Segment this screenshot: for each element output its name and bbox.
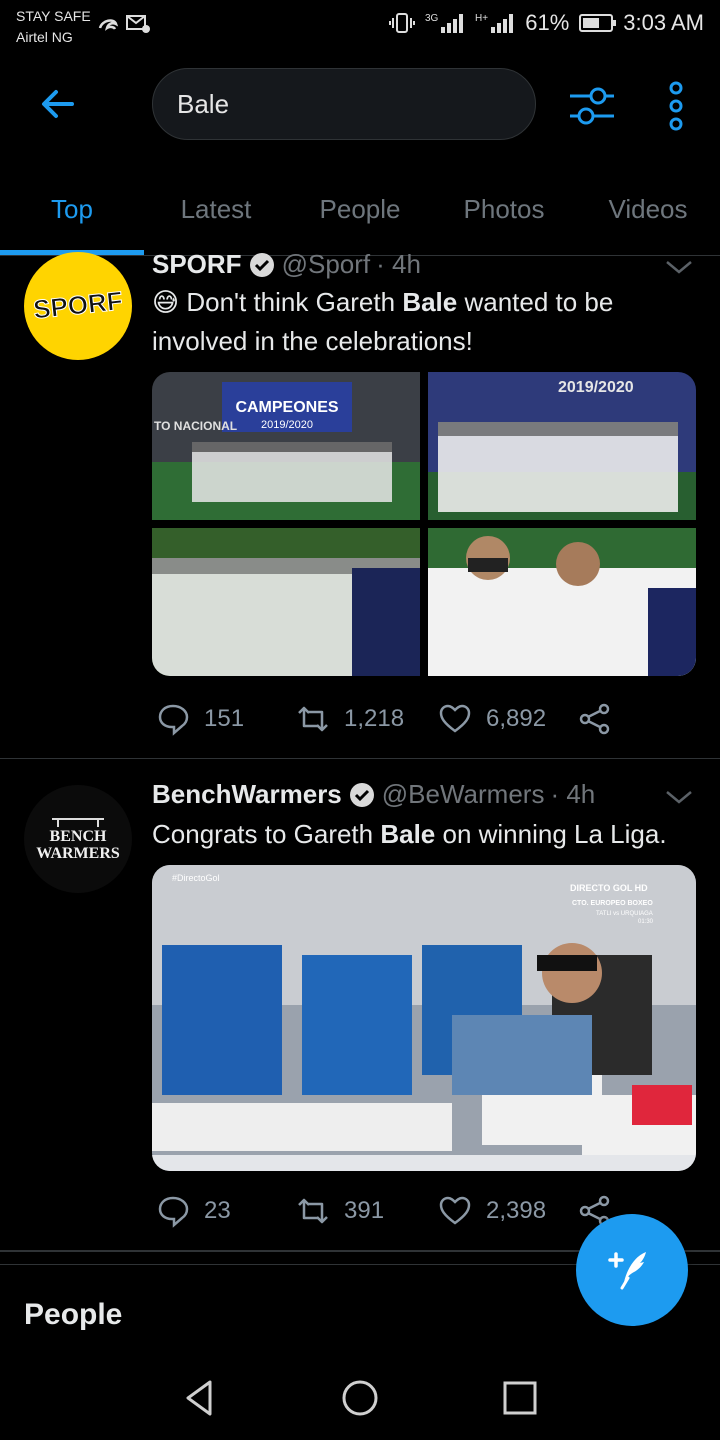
svg-text:WARMERS: WARMERS <box>36 845 120 862</box>
like-button[interactable]: 6,892 <box>438 702 546 736</box>
author-name[interactable]: BenchWarmers <box>152 779 342 810</box>
svg-text:2019/2020: 2019/2020 <box>261 419 313 431</box>
filter-icon[interactable] <box>566 80 618 132</box>
verified-icon <box>349 782 374 807</box>
svg-text:SPORF: SPORF <box>32 285 124 324</box>
svg-text:CTO. EUROPEO BOXEO: CTO. EUROPEO BOXEO <box>572 900 653 907</box>
chevron-down-icon[interactable] <box>664 257 694 277</box>
reply-icon <box>158 1196 189 1228</box>
search-input[interactable]: Bale <box>152 68 536 140</box>
verified-icon <box>249 252 274 277</box>
nav-recents-icon[interactable] <box>500 1378 540 1418</box>
compose-icon <box>608 1252 646 1290</box>
search-query: Bale <box>177 88 230 119</box>
share-button[interactable] <box>578 702 612 736</box>
sporf-logo: SPORF <box>31 285 124 325</box>
search-tabs: Top Latest People Photos Videos <box>0 180 720 256</box>
search-highlight: Bale <box>402 287 458 317</box>
status-bar: STAY SAFE Airtel NG 3G H+ 61% 3:03 AM <box>0 0 720 50</box>
back-arrow-icon[interactable] <box>36 82 80 126</box>
like-icon <box>439 704 471 733</box>
svg-text:2019/2020: 2019/2020 <box>558 379 634 396</box>
nav-back-icon[interactable] <box>180 1378 220 1418</box>
reply-count: 151 <box>204 705 245 732</box>
retweet-icon <box>298 1198 328 1224</box>
svg-text:TO NACIONAL: TO NACIONAL <box>154 419 237 433</box>
reply-icon <box>158 704 189 736</box>
media-photo-1[interactable]: CAMPEONES 2019/2020 TO NACIONAL <box>152 372 420 520</box>
signal-3g-icon: 3G <box>425 13 464 33</box>
nav-home-icon[interactable] <box>340 1378 380 1418</box>
carrier-line2: Airtel NG <box>16 29 73 45</box>
emoji: 😅 <box>152 287 180 317</box>
clock: 3:03 AM <box>623 10 704 35</box>
media-photo-2[interactable]: 2019/2020 <box>428 372 696 520</box>
carrier-info: STAY SAFE Airtel NG <box>16 6 91 48</box>
svg-text:CAMPEONES: CAMPEONES <box>235 399 338 416</box>
tweet[interactable]: BENCH WARMERS BenchWarmers @BeWarmers · … <box>0 759 720 1249</box>
notification-icons <box>96 12 150 36</box>
tweet-time: · 4h <box>376 249 421 279</box>
retweet-button[interactable]: 391 <box>296 1194 384 1228</box>
search-highlight: Bale <box>380 819 436 849</box>
tweet-media-video[interactable]: #DirectoGol DIRECTO GOL HD CTO. EUROPEO … <box>152 865 696 1171</box>
compose-tweet-button[interactable] <box>576 1214 688 1326</box>
like-icon <box>439 1196 471 1225</box>
signal-h-icon: H+ <box>475 13 514 33</box>
system-nav-bar <box>0 1350 720 1440</box>
tweet[interactable]: SPORF SPORF @Sporf · 4h 😅 Don't think Ga… <box>0 249 720 757</box>
carrier-line1: STAY SAFE <box>16 8 91 24</box>
tab-photos[interactable]: Photos <box>432 194 576 225</box>
mail-icon <box>126 15 150 33</box>
battery-icon <box>579 14 617 32</box>
tweet-header: BenchWarmers @BeWarmers · 4h <box>152 779 595 810</box>
chevron-down-icon[interactable] <box>664 787 694 807</box>
like-button[interactable]: 2,398 <box>438 1194 546 1228</box>
tweet-header: SPORF @Sporf · 4h <box>152 249 421 280</box>
svg-text:01:30: 01:30 <box>638 919 654 925</box>
share-icon <box>579 703 610 735</box>
tweet-time: · 4h <box>550 779 596 809</box>
tab-top[interactable]: Top <box>0 194 144 225</box>
retweet-count: 1,218 <box>344 705 405 732</box>
people-section-title: People <box>24 1298 123 1331</box>
media-photo-3[interactable] <box>152 528 420 676</box>
airtel-icon <box>98 19 119 31</box>
reply-button[interactable]: 151 <box>156 702 244 736</box>
author-name[interactable]: SPORF <box>152 249 242 280</box>
avatar[interactable]: SPORF <box>24 252 132 360</box>
retweet-icon <box>298 706 328 732</box>
tweet-text: 😅 Don't think Gareth Bale wanted to be i… <box>152 287 614 356</box>
tweet-actions: 151 1,218 6,892 <box>152 702 692 742</box>
more-vertical-icon[interactable] <box>660 80 692 132</box>
avatar[interactable]: BENCH WARMERS <box>24 785 132 893</box>
author-handle: @BeWarmers <box>381 779 545 809</box>
svg-text:H+: H+ <box>475 13 488 24</box>
like-count: 2,398 <box>486 1197 547 1224</box>
tab-people[interactable]: People <box>288 194 432 225</box>
author-handle: @Sporf <box>281 249 371 279</box>
reply-button[interactable]: 23 <box>156 1194 231 1228</box>
search-header: Bale <box>0 60 720 150</box>
svg-text:#DirectoGol: #DirectoGol <box>172 873 220 883</box>
retweet-button[interactable]: 1,218 <box>296 702 404 736</box>
svg-text:BENCH: BENCH <box>50 828 107 845</box>
svg-text:3G: 3G <box>425 13 439 24</box>
tab-videos[interactable]: Videos <box>576 194 720 225</box>
like-count: 6,892 <box>486 705 547 732</box>
media-photo-4[interactable] <box>428 528 696 676</box>
status-right: 3G H+ 61% 3:03 AM <box>389 10 704 36</box>
reply-count: 23 <box>204 1197 231 1224</box>
benchwarmers-logo: BENCH WARMERS <box>36 818 120 862</box>
vibrate-icon <box>389 13 416 33</box>
svg-text:DIRECTO GOL HD: DIRECTO GOL HD <box>570 883 648 893</box>
tweet-text: Congrats to Gareth Bale on winning La Li… <box>152 819 667 849</box>
retweet-count: 391 <box>344 1197 385 1224</box>
tab-latest[interactable]: Latest <box>144 194 288 225</box>
tweet-media-grid[interactable]: CAMPEONES 2019/2020 TO NACIONAL 2019/202… <box>152 372 696 676</box>
svg-text:TATLI vs URQUIAGA: TATLI vs URQUIAGA <box>596 911 653 917</box>
battery-percent: 61% <box>525 10 570 35</box>
